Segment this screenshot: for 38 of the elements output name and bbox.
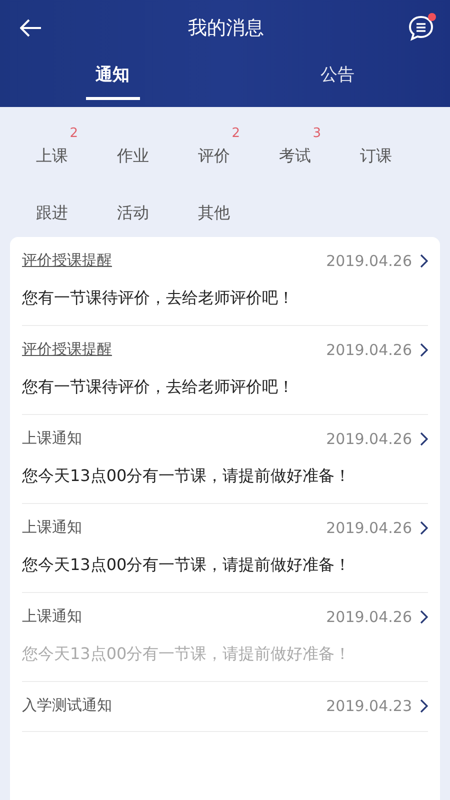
category-item[interactable]: 其他 xyxy=(174,183,254,229)
message-text: 您今天13点00分有一节课，请提前做好准备！ xyxy=(22,644,352,665)
message-date: 2019.04.23 xyxy=(326,696,412,714)
chevron-right-icon xyxy=(420,610,428,624)
message-date: 2019.04.26 xyxy=(326,430,412,448)
category-item[interactable]: 考试 3 xyxy=(255,126,335,172)
count-label: 2 xyxy=(70,126,78,141)
message-title: 上课通知 xyxy=(22,607,82,626)
page-title: 我的消息 xyxy=(188,16,264,41)
message-title[interactable]: 评价授课提醒 xyxy=(22,340,112,359)
category-item[interactable]: 评价 2 xyxy=(174,126,254,172)
chevron-right-icon xyxy=(420,520,428,534)
message-title[interactable]: 评价授课提醒 xyxy=(22,251,112,270)
tab[interactable]: 公告 xyxy=(310,56,364,100)
category-item[interactable]: 订课 xyxy=(336,126,416,172)
message-title: 上课通知 xyxy=(22,429,82,448)
category-item[interactable]: 上课 2 xyxy=(12,126,92,172)
category-item[interactable]: 活动 xyxy=(93,183,173,229)
chevron-right-icon xyxy=(420,698,428,712)
count-label: 3 xyxy=(312,126,321,141)
message-date: 2019.04.26 xyxy=(326,518,412,536)
message-button[interactable] xyxy=(406,13,436,43)
message-date: 2019.04.26 xyxy=(326,608,412,626)
message-title: 入学测试通知 xyxy=(22,696,112,715)
message-text: 您今天13点00分有一节课，请提前做好准备！ xyxy=(22,466,352,487)
message-text: 您今天13点00分有一节课，请提前做好准备！ xyxy=(22,555,352,576)
chevron-right-icon xyxy=(420,342,428,356)
tab[interactable]: 通知 xyxy=(86,56,140,100)
message-title: 上课通知 xyxy=(22,518,82,537)
message-date: 2019.04.26 xyxy=(326,252,412,270)
chevron-right-icon xyxy=(420,432,428,446)
chevron-right-icon xyxy=(420,254,428,268)
category-item[interactable]: 作业 xyxy=(93,126,173,172)
count-label: 2 xyxy=(232,126,240,141)
category-item[interactable]: 跟进 xyxy=(12,183,92,229)
message-text: 您有一节课待评价，去给老师评价吧！ xyxy=(22,288,295,309)
message-text: 您有一节课待评价，去给老师评价吧！ xyxy=(22,377,295,398)
message-date: 2019.04.26 xyxy=(326,340,412,358)
